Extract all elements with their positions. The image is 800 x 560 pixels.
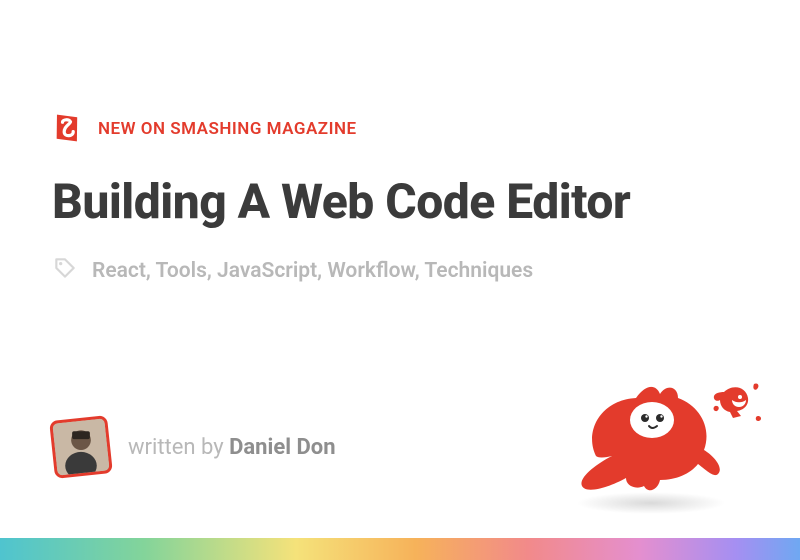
byline-prefix: written by <box>128 435 229 460</box>
author-name: Daniel Don <box>229 435 335 460</box>
byline-text: written by Daniel Don <box>128 435 336 460</box>
byline: written by Daniel Don <box>52 418 336 476</box>
author-avatar <box>49 415 113 479</box>
mascot-shadow <box>576 492 726 514</box>
rainbow-footer-bar <box>0 538 800 560</box>
tag-list: React, Tools, JavaScript, Workflow, Tech… <box>92 259 533 283</box>
tag-row: React, Tools, JavaScript, Workflow, Tech… <box>52 255 748 287</box>
kicker: NEW ON SMASHING MAGAZINE <box>52 112 748 146</box>
smashing-logo-icon <box>52 112 82 146</box>
article-title: Building A Web Code Editor <box>52 176 748 229</box>
mascot-illustration <box>556 364 766 514</box>
kicker-text: NEW ON SMASHING MAGAZINE <box>98 119 357 139</box>
article-card: NEW ON SMASHING MAGAZINE Building A Web … <box>0 0 800 560</box>
tag-icon <box>52 255 78 287</box>
avatar-placeholder-icon <box>52 418 109 475</box>
